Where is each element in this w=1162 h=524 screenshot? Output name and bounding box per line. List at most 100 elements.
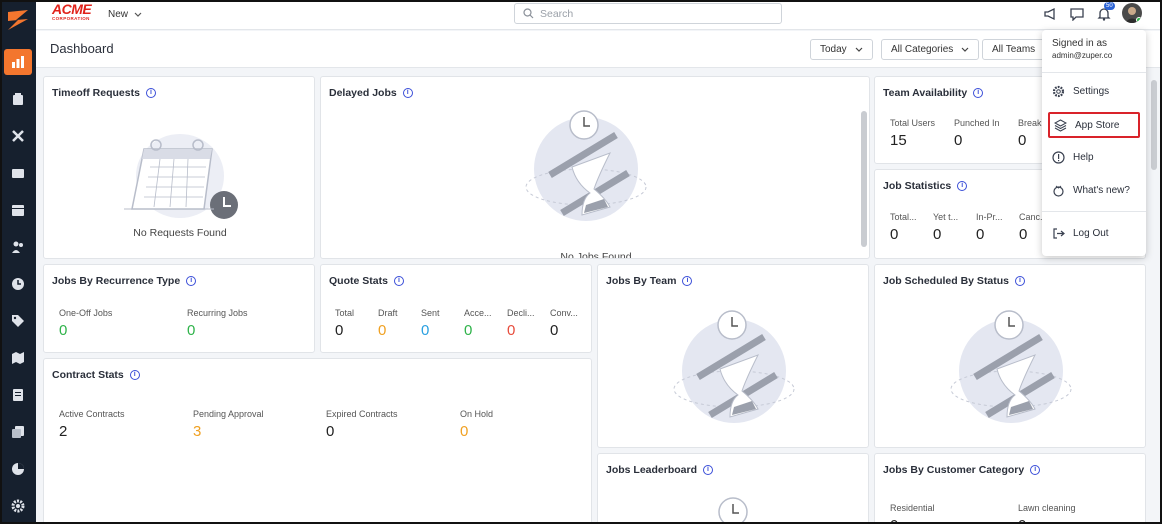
sidebar-item-dashboard[interactable] [4, 49, 32, 75]
stat-value: 0 [507, 322, 516, 339]
timeoff-requests-card: Timeoff Requests i No Requests Found [43, 76, 315, 259]
stat-label: Expired Contracts [326, 409, 398, 419]
card-title: Jobs Leaderboard i [606, 464, 714, 476]
card-title: Jobs By Recurrence Type i [52, 275, 197, 287]
stat-label: Acce... [464, 308, 492, 318]
info-icon[interactable]: i [957, 181, 968, 191]
info-icon[interactable]: i [393, 276, 404, 286]
card-title-text: Quote Stats [329, 275, 388, 287]
announcement-icon[interactable] [1042, 6, 1058, 22]
search-icon [523, 8, 534, 19]
stat-value: 0 [976, 226, 985, 243]
delayed-jobs-card: Delayed Jobs i No Jobs Found [320, 76, 870, 259]
customer-category-card: Jobs By Customer Category i Residential … [874, 453, 1146, 524]
sidebar-item-calendar[interactable] [4, 197, 32, 223]
wrench-icon [12, 130, 24, 142]
stat-value: 0 [1018, 517, 1076, 524]
hourglass-illustration [525, 110, 647, 221]
new-button[interactable]: New [108, 9, 142, 20]
sidebar-item-inventory[interactable] [4, 160, 32, 186]
info-icon[interactable]: i [402, 88, 413, 98]
recurring-jobs-stat: Recurring Jobs 0 [187, 308, 248, 339]
sidebar-item-jobs[interactable] [4, 86, 32, 112]
sidebar-item-timesheet[interactable] [4, 271, 32, 297]
menu-item-logout[interactable]: Log Out [1048, 221, 1140, 245]
profile-dropdown: Signed in as admin@zuper.co Settings App… [1042, 30, 1146, 256]
sidebar-item-invoices[interactable] [4, 382, 32, 408]
card-title-text: Jobs By Recurrence Type [52, 275, 181, 287]
zuper-logo[interactable] [4, 6, 32, 34]
date-filter-label: Today [820, 44, 847, 55]
info-icon[interactable]: i [145, 88, 156, 98]
top-bar: ACME CORPORATION New Search 50 [36, 0, 1162, 30]
sidebar-item-tags[interactable] [4, 308, 32, 334]
date-filter[interactable]: Today [810, 39, 873, 60]
menu-item-whats-new[interactable]: What's new? [1048, 178, 1140, 202]
menu-item-help[interactable]: Help [1048, 145, 1140, 169]
gear-icon [11, 499, 25, 513]
quote-total-stat: Total 0 [335, 308, 354, 339]
avatar[interactable] [1122, 3, 1142, 23]
company-logo[interactable]: ACME CORPORATION [52, 1, 96, 23]
signed-in-label: Signed in as [1052, 38, 1108, 49]
bar-chart-icon [12, 56, 24, 68]
card-title-text: Timeoff Requests [52, 87, 140, 99]
contract-stats-card: Contract Stats i Active Contracts 2 Pend… [43, 358, 592, 524]
job-stat: In-Pr... 0 [976, 212, 1003, 243]
chevron-down-icon [134, 12, 142, 17]
stat-label: Break [1018, 118, 1042, 128]
notification-badge: 50 [1104, 2, 1115, 10]
online-status-dot [1136, 17, 1142, 23]
empty-state-text: No Jobs Found [560, 251, 632, 259]
one-off-jobs-stat: One-Off Jobs 0 [59, 308, 112, 339]
menu-item-settings[interactable]: Settings [1048, 79, 1140, 103]
stat-value: 0 [1018, 132, 1027, 149]
stat-value: 0 [378, 322, 387, 339]
chat-icon[interactable] [1069, 6, 1085, 22]
layers-icon [1054, 118, 1067, 132]
stat-value: 0 [550, 322, 559, 339]
stat-value: 3 [193, 423, 202, 440]
category-filter[interactable]: All Categories [881, 39, 980, 60]
sidebar-item-tools[interactable] [4, 123, 32, 149]
quote-accepted-stat: Acce... 0 [464, 308, 492, 339]
pending-approval-stat: Pending Approval 3 [193, 409, 264, 440]
info-icon[interactable]: i [186, 276, 197, 286]
card-title: Jobs By Customer Category i [883, 464, 1041, 476]
card-scrollbar[interactable] [861, 111, 867, 247]
card-title-text: Delayed Jobs [329, 87, 397, 99]
users-icon [12, 241, 23, 253]
info-icon[interactable]: i [703, 465, 714, 475]
info-icon[interactable]: i [1015, 276, 1026, 286]
info-icon[interactable]: i [973, 88, 984, 98]
sidebar-item-settings[interactable] [4, 493, 32, 519]
sidebar-item-map[interactable] [4, 345, 32, 371]
gift-icon [1053, 185, 1064, 197]
stat-value: 0 [187, 322, 196, 339]
chevron-down-icon [855, 47, 863, 52]
category-filter-label: All Categories [891, 44, 954, 55]
job-stat: Total... 0 [890, 212, 917, 243]
card-title: Timeoff Requests i [52, 87, 156, 99]
sidebar-item-users[interactable] [4, 234, 32, 260]
chevron-down-icon [961, 47, 969, 52]
sidebar [0, 0, 36, 524]
sidebar-item-documents[interactable] [4, 419, 32, 445]
stat-label: Total [335, 308, 355, 318]
help-icon [1052, 150, 1065, 164]
break-stat: Break 0 [1018, 118, 1042, 149]
search-input[interactable]: Search [514, 3, 782, 24]
page-scrollbar[interactable] [1151, 80, 1157, 170]
stat-value: 0 [890, 517, 935, 524]
jobs-by-team-card: Jobs By Team i [597, 264, 869, 448]
info-icon[interactable]: i [682, 276, 693, 286]
info-icon[interactable]: i [1030, 465, 1041, 475]
clipboard-icon [13, 93, 23, 105]
stat-label: Punched In [954, 118, 1000, 128]
info-icon[interactable]: i [129, 370, 140, 380]
quote-declined-stat: Decli... 0 [507, 308, 535, 339]
sidebar-item-reports[interactable] [4, 456, 32, 482]
page-header: Dashboard Today All Categories All Teams [36, 31, 1162, 68]
brand-name: ACME [52, 1, 92, 17]
menu-item-app-store[interactable]: App Store [1048, 112, 1140, 138]
